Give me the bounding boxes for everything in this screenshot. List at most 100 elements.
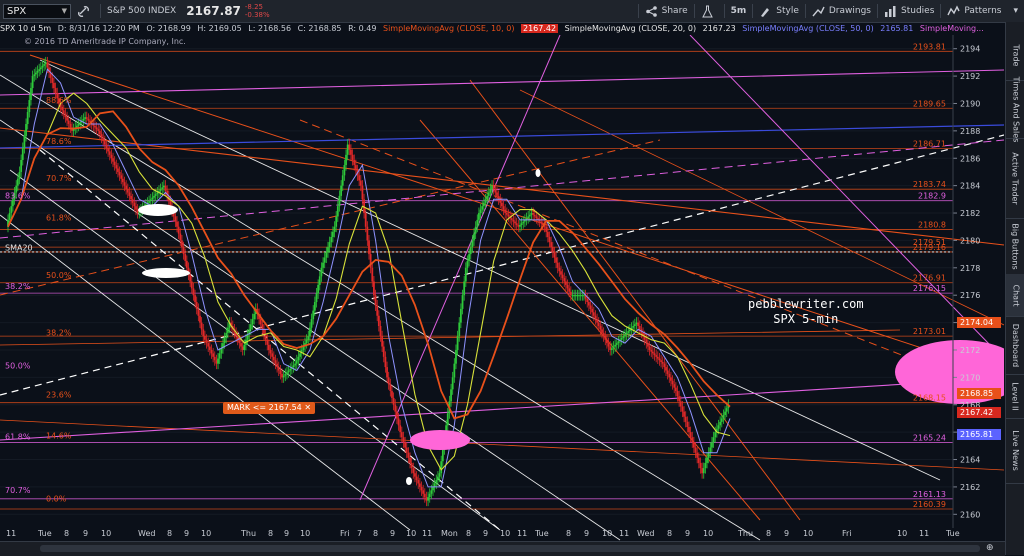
candle-body	[345, 154, 347, 166]
candle-body	[627, 331, 630, 333]
trendlines	[0, 35, 1004, 541]
y-tick-label: 2192	[960, 72, 980, 81]
candle-body	[377, 315, 380, 327]
patterns-icon	[947, 4, 961, 15]
candle-body	[499, 199, 502, 203]
candle-body	[458, 322, 461, 337]
x-tick-label: 11	[619, 529, 630, 538]
candle-body	[476, 219, 479, 227]
candle-body	[665, 367, 667, 371]
price-chart[interactable]: 2193.81 2189.65 2186.71 2183.74 2182.9 2180.8…	[0, 35, 1004, 541]
candle-body	[185, 260, 188, 268]
share-button[interactable]: Share	[639, 0, 694, 22]
dropdown-icon[interactable]: ▼	[62, 7, 67, 15]
candle-body	[36, 70, 39, 73]
candle-body	[464, 267, 467, 282]
style-button[interactable]: Style	[753, 0, 805, 22]
link-icon[interactable]	[71, 0, 100, 22]
candle-body	[551, 247, 554, 253]
candle-body	[336, 206, 339, 217]
candle-body	[684, 416, 687, 422]
candle-body	[292, 365, 295, 368]
tab-times-and-sales[interactable]: Times And Sales	[1006, 76, 1024, 142]
candle-body	[84, 117, 87, 119]
candle-body	[392, 397, 395, 405]
zoom-icon[interactable]: ⊕	[986, 543, 994, 553]
share-label: Share	[661, 6, 688, 16]
patterns-button[interactable]: Patterns	[941, 0, 1007, 22]
candle-body	[177, 226, 180, 234]
bar-open: O: 2168.99	[146, 24, 191, 33]
candle-body	[87, 118, 90, 121]
candle-body	[38, 69, 41, 71]
x-tick-label: 9	[685, 529, 691, 538]
x-tick-label: Wed	[138, 529, 156, 538]
candle-body	[208, 346, 211, 350]
candle-body	[225, 332, 228, 338]
candle-body	[181, 240, 183, 248]
tab-level-ii[interactable]: Level II	[1006, 374, 1024, 419]
candle-body	[565, 281, 567, 285]
candle-body	[701, 468, 704, 474]
bar-low: L: 2168.56	[248, 24, 292, 33]
highlight-ellipse	[138, 204, 178, 216]
candle-body	[655, 355, 658, 357]
candle-body	[354, 165, 357, 171]
symbol-input[interactable]: SPX ▼	[3, 3, 71, 19]
fib-label-right: 2165.24	[913, 434, 946, 443]
top-toolbar: SPX ▼ S&P 500 INDEX 2167.87 -8.25 -0.38%…	[0, 0, 1024, 23]
close-icon[interactable]: ✕	[304, 403, 311, 412]
drawings-button[interactable]: Drawings	[806, 0, 877, 22]
candle-body	[633, 324, 636, 327]
candle-body	[668, 373, 671, 378]
candle-body	[653, 353, 656, 356]
tab-dashboard[interactable]: Dashboard	[1006, 316, 1024, 375]
candle-body	[569, 291, 572, 296]
candle-body	[661, 361, 664, 364]
sma20-label: SimpleMovingAvg (CLOSE, 20, 0)	[564, 24, 697, 33]
x-tick-label: 10	[406, 529, 417, 538]
candle-body	[243, 344, 246, 350]
candle-body	[154, 194, 157, 196]
timeframe-button[interactable]: 5m	[725, 0, 753, 22]
candle-body	[491, 185, 493, 190]
candle-body	[422, 490, 425, 494]
tab-big-buttons[interactable]: Big Buttons	[1006, 218, 1024, 275]
mark-price-tag[interactable]: MARK <= 2167.54 ✕	[223, 402, 316, 414]
flask-icon[interactable]	[695, 0, 724, 22]
fib-label-right: 2176.15	[913, 284, 946, 293]
tab-live-news[interactable]: Live News	[1006, 418, 1024, 484]
scroll-bar[interactable]: ⊕	[0, 541, 1005, 556]
candle-body	[368, 240, 370, 255]
candle-body	[674, 387, 677, 392]
candle-body	[576, 295, 579, 297]
candle-body	[478, 213, 480, 220]
candle-body	[437, 476, 439, 481]
candle-body	[305, 339, 308, 344]
candle-body	[515, 223, 518, 226]
tab-trade[interactable]: Trade	[1006, 30, 1024, 81]
scroll-thumb[interactable]	[40, 545, 980, 552]
x-tick-label: 8	[268, 529, 274, 538]
x-tick-label: 8	[64, 529, 70, 538]
candle-body	[204, 336, 206, 340]
candle-body	[435, 480, 438, 484]
candle-body	[494, 189, 497, 193]
studies-button[interactable]: Studies	[878, 0, 940, 22]
candle-body	[79, 122, 82, 125]
magenta-line	[0, 377, 1004, 441]
fib-label-far-left: 38.2%	[5, 282, 31, 291]
candle-body	[550, 242, 553, 248]
candle-body	[8, 213, 11, 220]
tab-active-trader[interactable]: Active Trader	[1006, 138, 1024, 219]
settings-dropdown-icon[interactable]: ▾	[1007, 0, 1024, 22]
candle-body	[697, 457, 700, 463]
y-tick-label: 2190	[960, 99, 980, 108]
tab-chart[interactable]: Chart	[1006, 274, 1024, 317]
x-tick-label: 10	[201, 529, 212, 538]
x-tick-label: 10	[500, 529, 511, 538]
candle-body	[338, 195, 341, 207]
candle-body	[688, 427, 690, 433]
candle-body	[259, 319, 262, 325]
candle-body	[46, 62, 49, 68]
